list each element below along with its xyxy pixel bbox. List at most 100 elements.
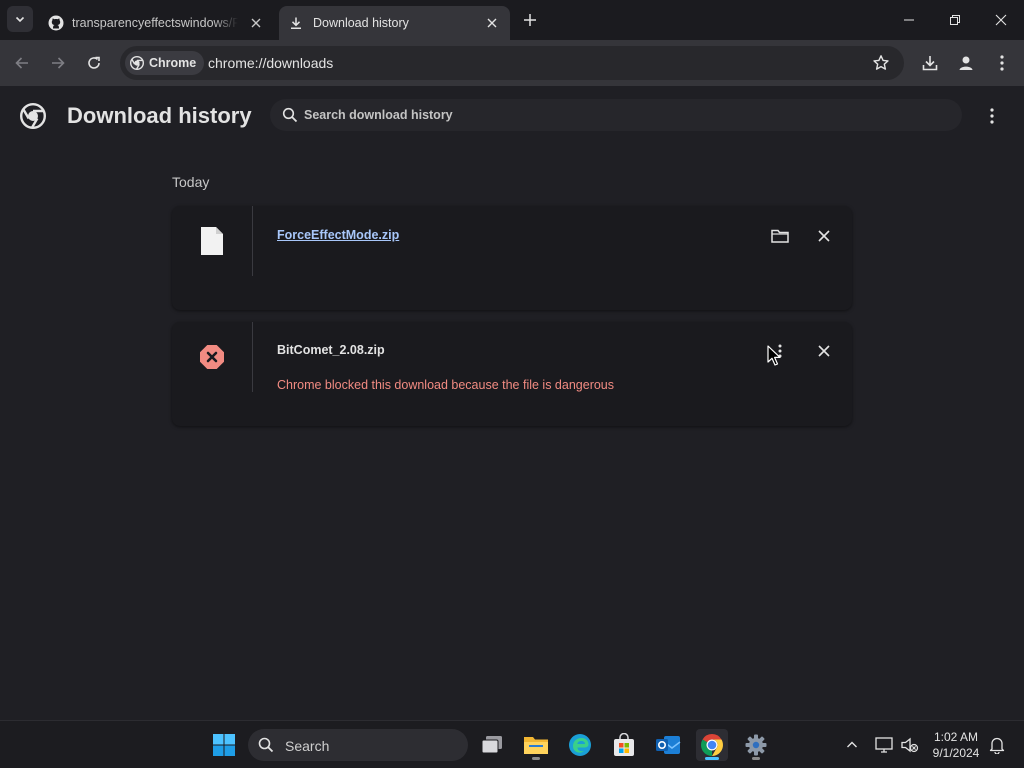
profile-button[interactable] bbox=[952, 49, 980, 77]
search-download-history-input[interactable]: Search download history bbox=[270, 99, 962, 131]
file-explorer-icon bbox=[524, 737, 548, 754]
network-button[interactable] bbox=[872, 733, 896, 757]
minimize-icon bbox=[904, 19, 914, 21]
remove-from-list-button[interactable] bbox=[810, 337, 838, 365]
download-item: BitComet_2.08.zip Chrome blocked this do… bbox=[172, 322, 852, 426]
reload-button[interactable] bbox=[80, 49, 108, 77]
close-window-button[interactable] bbox=[978, 0, 1024, 40]
windows-logo-icon bbox=[213, 734, 235, 756]
divider bbox=[252, 322, 253, 392]
running-indicator bbox=[752, 757, 760, 760]
search-placeholder: Search download history bbox=[304, 108, 453, 122]
more-vertical-icon bbox=[778, 344, 782, 358]
arrow-right-icon bbox=[52, 57, 65, 69]
back-button[interactable] bbox=[8, 49, 36, 77]
page-title: Download history bbox=[67, 103, 252, 128]
chrome-taskbar-button[interactable] bbox=[696, 729, 728, 761]
close-icon bbox=[487, 18, 497, 28]
downloads-header: Download history Search download history bbox=[0, 86, 1024, 146]
chrome-logo-icon bbox=[20, 103, 46, 129]
outlook-icon bbox=[656, 736, 681, 754]
start-button[interactable] bbox=[208, 729, 240, 761]
url-text[interactable]: chrome://downloads bbox=[208, 55, 333, 71]
task-view-button[interactable] bbox=[476, 729, 508, 761]
tab-title: transparencyeffectswindows/Fo bbox=[72, 16, 238, 30]
more-actions-button[interactable] bbox=[766, 337, 794, 365]
bookmark-star-icon[interactable] bbox=[872, 54, 890, 72]
search-icon bbox=[258, 737, 274, 753]
speaker-muted-icon bbox=[901, 737, 919, 753]
show-in-folder-button[interactable] bbox=[766, 222, 794, 250]
downloads-menu-button[interactable] bbox=[980, 104, 1004, 128]
close-icon bbox=[251, 18, 261, 28]
taskbar-search-box[interactable]: Search bbox=[248, 729, 468, 761]
settings-button[interactable] bbox=[740, 729, 772, 761]
remove-from-list-button[interactable] bbox=[810, 222, 838, 250]
address-bar[interactable]: Chrome chrome://downloads bbox=[120, 46, 904, 80]
bell-icon bbox=[989, 737, 1005, 754]
taskbar-search-label: Search bbox=[285, 738, 330, 754]
close-icon bbox=[818, 230, 830, 242]
arrow-left-icon bbox=[15, 57, 28, 69]
edge-icon bbox=[569, 734, 591, 756]
downloads-button[interactable] bbox=[916, 49, 944, 77]
taskbar: Search 1:02 AM 9/1/2024 bbox=[0, 720, 1024, 768]
folder-icon bbox=[771, 229, 789, 243]
plus-icon bbox=[524, 14, 536, 26]
notifications-button[interactable] bbox=[985, 733, 1009, 757]
edge-button[interactable] bbox=[564, 729, 596, 761]
restore-icon bbox=[950, 15, 960, 25]
search-icon bbox=[282, 107, 298, 123]
new-tab-button[interactable] bbox=[518, 10, 542, 30]
more-vertical-icon bbox=[990, 108, 994, 124]
system-clock[interactable]: 1:02 AM 9/1/2024 bbox=[926, 729, 986, 761]
minimize-button[interactable] bbox=[886, 0, 932, 40]
tab-github[interactable]: transparencyeffectswindows/Fo bbox=[38, 6, 274, 40]
file-explorer-button[interactable] bbox=[520, 729, 552, 761]
task-view-icon bbox=[481, 736, 502, 754]
more-vertical-icon bbox=[1000, 55, 1004, 71]
running-indicator bbox=[532, 757, 540, 760]
chevron-up-icon bbox=[847, 741, 857, 748]
file-icon bbox=[201, 227, 223, 255]
tab-close-button[interactable] bbox=[484, 15, 500, 31]
dangerous-file-icon bbox=[200, 345, 224, 369]
site-info-chip[interactable]: Chrome bbox=[125, 51, 205, 75]
settings-gear-icon bbox=[745, 734, 767, 756]
tab-strip: transparencyeffectswindows/Fo Download h… bbox=[0, 0, 1024, 40]
active-indicator bbox=[705, 757, 719, 760]
chrome-icon bbox=[701, 734, 723, 756]
chip-label: Chrome bbox=[149, 56, 197, 70]
github-icon bbox=[48, 15, 64, 31]
clock-time: 1:02 AM bbox=[933, 730, 979, 744]
restore-button[interactable] bbox=[932, 0, 978, 40]
divider bbox=[252, 206, 253, 276]
clock-date: 9/1/2024 bbox=[932, 746, 980, 760]
outlook-button[interactable] bbox=[652, 729, 684, 761]
show-hidden-icons-button[interactable] bbox=[840, 733, 864, 757]
chrome-menu-button[interactable] bbox=[988, 49, 1016, 77]
close-icon bbox=[818, 345, 830, 357]
download-icon bbox=[291, 17, 301, 30]
download-item: ForceEffectMode.zip bbox=[172, 206, 852, 310]
download-filename-link[interactable]: ForceEffectMode.zip bbox=[277, 228, 399, 242]
reload-icon bbox=[88, 56, 100, 69]
forward-button[interactable] bbox=[44, 49, 72, 77]
file-icon-area bbox=[172, 322, 252, 392]
store-icon bbox=[614, 733, 634, 756]
file-icon-area bbox=[172, 206, 252, 276]
browser-toolbar: Chrome chrome://downloads bbox=[0, 40, 1024, 86]
tab-title: Download history bbox=[313, 16, 409, 30]
chevron-down-icon bbox=[15, 16, 25, 23]
tab-close-button[interactable] bbox=[248, 15, 264, 31]
chrome-icon bbox=[130, 56, 144, 70]
profile-icon bbox=[959, 56, 973, 70]
tab-search-button[interactable] bbox=[7, 6, 33, 32]
tab-download-history[interactable]: Download history bbox=[279, 6, 510, 40]
volume-button[interactable] bbox=[898, 733, 922, 757]
network-icon bbox=[875, 737, 893, 753]
download-filename: BitComet_2.08.zip bbox=[277, 343, 385, 357]
danger-warning-text: Chrome blocked this download because the… bbox=[277, 378, 615, 392]
section-date-heading: Today bbox=[172, 174, 210, 190]
microsoft-store-button[interactable] bbox=[608, 729, 640, 761]
